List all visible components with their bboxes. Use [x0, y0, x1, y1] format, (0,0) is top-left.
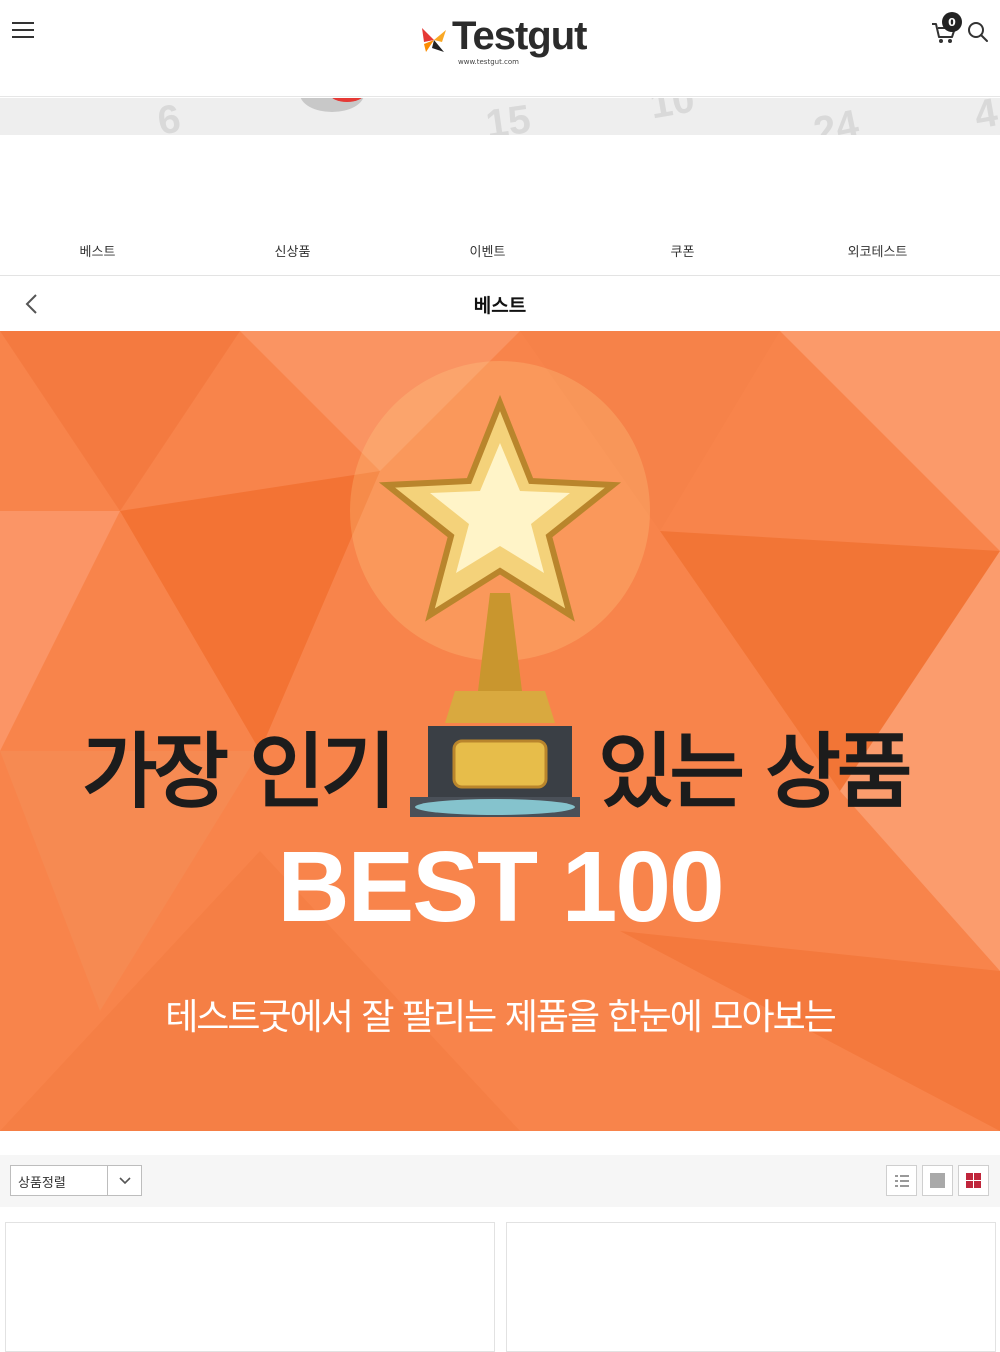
- logo-mark-icon: [422, 28, 446, 52]
- tab-other-test[interactable]: 외코테스트: [780, 236, 975, 275]
- promo-strip-banner[interactable]: 6 15 10 24 4: [0, 98, 1000, 135]
- hero-title-left: 가장 인기: [82, 725, 396, 820]
- tab-event[interactable]: 이벤트: [390, 236, 585, 275]
- product-card[interactable]: [506, 1222, 996, 1352]
- tab-best[interactable]: 베스트: [0, 236, 195, 275]
- single-view-button[interactable]: [922, 1165, 953, 1196]
- chevron-down-icon: [119, 1177, 131, 1185]
- top-header: Testgut www.testgut.com 0: [0, 0, 1000, 97]
- sort-select-label: 상품정렬: [18, 1176, 66, 1191]
- promo-number: 24: [809, 101, 863, 135]
- promo-number: 15: [483, 98, 534, 135]
- promo-number: 4: [971, 98, 1000, 135]
- hero-best100-text: BEST 100: [277, 831, 724, 943]
- logo-url: www.testgut.com: [458, 58, 520, 66]
- product-list-toolbar: 상품정렬: [0, 1155, 1000, 1207]
- menu-icon[interactable]: [12, 22, 34, 40]
- hero-title-right: 있는 상품: [598, 725, 912, 820]
- promo-number: 6: [154, 98, 184, 135]
- hero-subtitle: 테스트굿에서 잘 팔리는 제품을 한눈에 모아보는: [165, 997, 837, 1038]
- single-view-icon: [930, 1173, 945, 1188]
- sort-select[interactable]: 상품정렬: [10, 1165, 142, 1196]
- tab-coupon[interactable]: 쿠폰: [585, 236, 780, 275]
- page-title: 베스트: [473, 295, 527, 317]
- grid-view-button[interactable]: [958, 1165, 989, 1196]
- list-view-icon: [895, 1175, 909, 1187]
- sort-dropdown-button[interactable]: [107, 1166, 142, 1195]
- product-card[interactable]: [5, 1222, 495, 1352]
- category-tabs: 베스트 신상품 이벤트 쿠폰 외코테스트: [0, 236, 1000, 276]
- page-titlebar: 베스트: [0, 277, 1000, 331]
- site-logo[interactable]: Testgut www.testgut.com: [420, 14, 590, 78]
- grid-view-icon: [966, 1173, 981, 1188]
- list-view-button[interactable]: [886, 1165, 917, 1196]
- promo-number: 10: [646, 98, 698, 128]
- cart-count-badge: 0: [942, 12, 962, 32]
- search-icon[interactable]: [966, 20, 990, 44]
- logo-text: Testgut: [452, 14, 587, 58]
- tab-new-products[interactable]: 신상품: [195, 236, 390, 275]
